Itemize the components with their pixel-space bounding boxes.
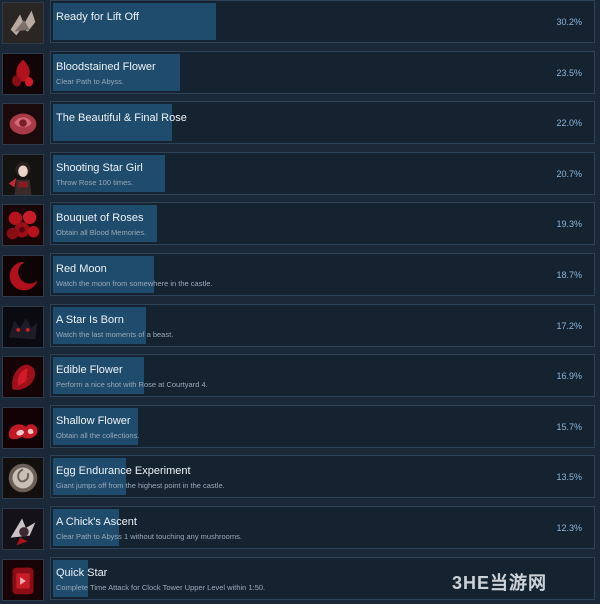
unlock-percent: 16.9%: [556, 371, 582, 382]
beast-icon: [2, 305, 44, 348]
unlock-percent: 22.0%: [556, 118, 582, 129]
achievement-row: Shallow Flower Obtain all the collections…: [0, 404, 600, 452]
achievement-panel: A Star Is Born Watch the last moments of …: [50, 303, 595, 347]
achievement-title: The Beautiful & Final Rose: [56, 112, 187, 125]
chick-icon: [2, 508, 44, 550]
unlock-percent: 23.5%: [556, 67, 582, 78]
achievement-panel: Edible Flower Perform a nice shot with Ro…: [50, 354, 595, 398]
achievement-title: A Star Is Born: [56, 313, 124, 326]
achievement-description: Obtain all Blood Memories.: [56, 228, 147, 238]
achievement-title: Egg Endurance Experiment: [56, 465, 191, 478]
achievement-title: Bouquet of Roses: [56, 212, 144, 225]
achievement-description: Clear Path to Abyss.: [56, 76, 124, 86]
achievement-title: A Chick's Ascent: [56, 516, 137, 528]
achievement-row: Bloodstained Flower Clear Path to Abyss. 2…: [0, 50, 600, 98]
achievement-title: Bloodstained Flower: [56, 60, 156, 73]
bloodstained-flower-icon: [2, 52, 44, 95]
site-watermark: 3HE当游网: [452, 573, 548, 593]
achievement-title: Shallow Flower: [56, 414, 131, 427]
achievement-panel: Shooting Star Girl Throw Rose 100 times. 2…: [50, 151, 595, 195]
achievement-row: Edible Flower Perform a nice shot with Ro…: [0, 354, 600, 401]
achievement-description: Watch the moon from somewhere in the cas…: [56, 279, 213, 288]
unlock-percent: 17.2%: [556, 320, 582, 331]
achievement-description: Complete Time Attack for Clock Tower Upp…: [56, 582, 266, 592]
achievement-panel: Egg Endurance Experiment Giant jumps off …: [50, 455, 595, 499]
achievement-panel: The Beautiful & Final Rose 22.0%: [50, 101, 595, 145]
girl-icon: [2, 153, 44, 196]
achievement-row: Egg Endurance Experiment Giant jumps off …: [0, 455, 600, 502]
achievement-panel: Shallow Flower Obtain all the collections…: [50, 404, 595, 448]
achievement-row: A Chick's Ascent Clear Path to Abyss 1 wi…: [0, 506, 600, 553]
achievement-title: Ready for Lift Off: [56, 11, 139, 23]
rose-icon: [2, 103, 44, 146]
achievement-description: Perform a nice shot with Rose at Courtya…: [56, 380, 208, 390]
shallow-flower-icon: [2, 406, 44, 449]
achievement-description: Watch the last moments of a beast.: [56, 329, 174, 339]
achievement-title: Shooting Star Girl: [56, 161, 143, 174]
achievement-panel: Bloodstained Flower Clear Path to Abyss. 2…: [50, 50, 595, 94]
achievement-description: Clear Path to Abyss 1 without touching a…: [56, 532, 242, 541]
unlock-percent: 20.7%: [556, 168, 582, 179]
achievement-description: Obtain all the collections.: [56, 430, 140, 440]
achievement-row: Bouquet of Roses Obtain all Blood Memorie…: [0, 202, 600, 249]
achievement-description: Throw Rose 100 times.: [56, 177, 134, 187]
achievement-title: Quick Star: [56, 566, 108, 579]
quick-star-icon: [2, 558, 44, 601]
egg-icon: [2, 457, 44, 500]
edible-flower-icon: [2, 356, 44, 399]
achievement-row: A Star Is Born Watch the last moments of …: [0, 303, 600, 351]
unlock-percent: 12.3%: [556, 523, 582, 533]
achievement-row: Shooting Star Girl Throw Rose 100 times. 2…: [0, 151, 600, 199]
unlock-percent: 13.5%: [556, 472, 582, 483]
achievement-panel: Ready for Lift Off 30.2%: [50, 0, 595, 43]
achievement-title: Edible Flower: [56, 364, 123, 377]
achievement-panel: Red Moon Watch the moon from somewhere in…: [50, 253, 595, 296]
wings-icon: [2, 2, 44, 44]
unlock-percent: 30.2%: [556, 17, 582, 27]
bouquet-icon: [2, 204, 44, 247]
achievement-panel: Bouquet of Roses Obtain all Blood Memorie…: [50, 202, 595, 246]
achievement-description: Giant jumps off from the highest point i…: [56, 481, 225, 491]
achievement-row: The Beautiful & Final Rose 22.0%: [0, 101, 600, 148]
achievement-row: Ready for Lift Off 30.2%: [0, 0, 600, 47]
achievement-title: Red Moon: [56, 263, 107, 275]
red-moon-icon: [2, 255, 44, 297]
unlock-percent: 15.7%: [556, 421, 582, 432]
unlock-percent: 18.7%: [556, 270, 582, 280]
unlock-percent: 19.3%: [556, 219, 582, 230]
achievement-panel: A Chick's Ascent Clear Path to Abyss 1 wi…: [50, 506, 595, 549]
achievement-row: Red Moon Watch the moon from somewhere in…: [0, 253, 600, 300]
